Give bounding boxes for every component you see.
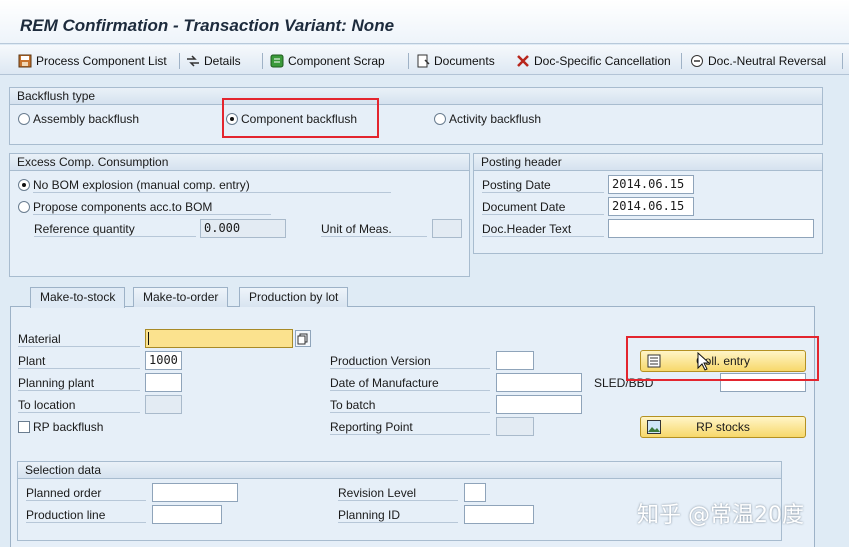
watermark: 知乎 @常温20度 (637, 503, 804, 528)
material-label: Material (18, 332, 140, 347)
reversal-icon (690, 54, 704, 68)
rp-stocks-button[interactable]: RP stocks (640, 416, 806, 438)
group-title: Posting header (474, 154, 822, 171)
planning-plant-label: Planning plant (18, 376, 140, 391)
landscape-stock-icon (647, 420, 661, 434)
doc-header-text-label: Doc.Header Text (482, 222, 604, 237)
reference-quantity-label: Reference quantity (34, 222, 196, 237)
activity-backflush-radio[interactable] (434, 113, 446, 125)
copy-icon (297, 333, 308, 345)
propose-components-label: Propose components acc.to BOM (33, 200, 271, 215)
production-line-label: Production line (26, 508, 146, 523)
reporting-point-label: Reporting Point (330, 420, 490, 435)
rp-backflush-checkbox[interactable] (18, 421, 30, 433)
excess-comp-group: Excess Comp. Consumption (9, 153, 470, 277)
process-component-list-button[interactable]: Process Component List (18, 52, 167, 70)
unit-of-measure-label: Unit of Meas. (321, 222, 427, 237)
details-button[interactable]: Details (186, 52, 241, 70)
propose-components-radio[interactable] (18, 201, 30, 213)
doc-specific-cancellation-button[interactable]: Doc-Specific Cancellation (516, 52, 671, 70)
planning-id-field[interactable] (464, 505, 534, 524)
document-date-field[interactable]: 2014.06.15 (608, 197, 694, 216)
planned-order-field[interactable] (152, 483, 238, 502)
document-date-label: Document Date (482, 200, 604, 215)
planning-plant-field[interactable] (145, 373, 182, 392)
material-field[interactable] (145, 329, 293, 348)
reporting-point-field[interactable] (496, 417, 534, 436)
planning-id-label: Planning ID (338, 508, 458, 523)
tab-make-to-stock[interactable]: Make-to-stock (30, 287, 126, 308)
production-line-field[interactable] (152, 505, 222, 524)
highlight-box (222, 98, 379, 138)
plant-field[interactable]: 1000 (145, 351, 182, 370)
group-title: Excess Comp. Consumption (10, 154, 469, 171)
revision-level-field[interactable] (464, 483, 486, 502)
group-title: Backflush type (10, 88, 822, 105)
doc-header-text-field[interactable] (608, 219, 814, 238)
tab-make-to-order[interactable]: Make-to-order (133, 287, 229, 307)
assembly-backflush-radio[interactable] (18, 113, 30, 125)
revision-level-label: Revision Level (338, 486, 458, 501)
mouse-cursor-icon (697, 352, 711, 371)
to-batch-field[interactable] (496, 395, 582, 414)
to-location-label: To location (18, 398, 140, 413)
component-scrap-button[interactable]: Component Scrap (270, 52, 385, 70)
highlight-box (626, 336, 819, 381)
production-version-field[interactable] (496, 351, 534, 370)
unit-of-measure-field[interactable] (432, 219, 462, 238)
application-toolbar: Process Component List Details Component… (0, 45, 849, 75)
no-bom-explosion-radio[interactable] (18, 179, 30, 191)
reference-quantity-field[interactable]: 0.000 (200, 219, 286, 238)
component-scrap-icon (270, 54, 284, 68)
to-location-field[interactable] (145, 395, 182, 414)
tab-production-by-lot[interactable]: Production by lot (239, 287, 349, 307)
cancel-tool-icon (516, 54, 530, 68)
text-cursor (148, 332, 149, 345)
window-title: REM Confirmation - Transaction Variant: … (20, 16, 395, 35)
documents-icon (416, 54, 430, 68)
planned-order-label: Planned order (26, 486, 146, 501)
group-title: Selection data (18, 462, 781, 479)
activity-backflush-label: Activity backflush (449, 112, 542, 126)
to-batch-label: To batch (330, 398, 490, 413)
assembly-backflush-label: Assembly backflush (33, 112, 140, 126)
documents-button[interactable]: Documents (416, 52, 495, 70)
save-list-icon (18, 54, 32, 68)
doc-neutral-reversal-button[interactable]: Doc.-Neutral Reversal (690, 52, 826, 70)
plant-label: Plant (18, 354, 140, 369)
details-arrows-icon (186, 54, 200, 68)
no-bom-explosion-label: No BOM explosion (manual comp. entry) (33, 178, 391, 193)
rp-backflush-label: RP backflush (33, 420, 104, 434)
date-of-manufacture-label: Date of Manufacture (330, 376, 490, 391)
posting-date-label: Posting Date (482, 178, 604, 193)
date-of-manufacture-field[interactable] (496, 373, 582, 392)
window-title-bar: REM Confirmation - Transaction Variant: … (0, 0, 849, 44)
production-version-label: Production Version (330, 354, 490, 369)
posting-date-field[interactable]: 2014.06.15 (608, 175, 694, 194)
multiple-selection-button[interactable] (295, 330, 311, 347)
